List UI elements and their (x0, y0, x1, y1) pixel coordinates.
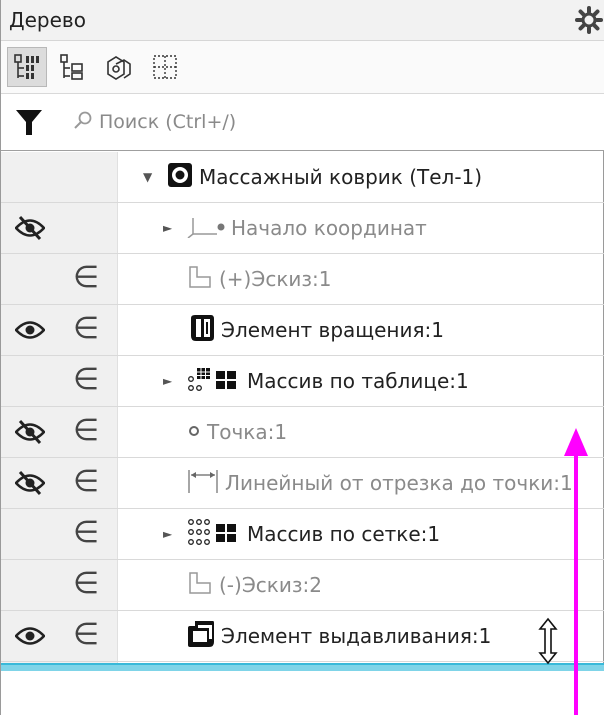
filter-bar (1, 94, 604, 151)
grid-array-icon (187, 518, 241, 550)
element-of-icon[interactable]: ∈ (73, 259, 99, 297)
tree-toolbar (1, 41, 604, 94)
element-of-icon[interactable]: ∈ (73, 514, 99, 552)
gear-icon[interactable] (575, 6, 603, 34)
tree-row[interactable]: ∈ Элемент выдавливания:1 (1, 611, 604, 662)
tree-row[interactable]: ∈ (+)Эскиз:1 (1, 254, 604, 305)
eye-hidden-icon[interactable] (14, 419, 46, 445)
tree-row-label: Массив по сетке:1 (247, 522, 441, 546)
extrude-icon (187, 620, 215, 652)
eye-hidden-icon[interactable] (14, 215, 46, 241)
expand-right-icon[interactable]: ► (163, 527, 177, 541)
tree-row-label: Элемент вращения:1 (221, 318, 444, 342)
search-box[interactable] (73, 110, 519, 134)
tree-row-label: (+)Эскиз:1 (219, 267, 332, 291)
eye-icon[interactable] (14, 319, 46, 345)
tree-row[interactable]: ∈ Элемент вращения:1 (1, 305, 604, 356)
tree-splitter[interactable] (1, 663, 604, 671)
lower-pane (1, 671, 604, 715)
tree-view: ▼ Массажный коврик (Тел-1) ► Начало координ… (1, 152, 604, 663)
body-icon (167, 162, 193, 192)
tree-row-label: Массив по таблице:1 (247, 369, 469, 393)
tree-parts-icon[interactable] (99, 47, 139, 87)
tree-row-label: (-)Эскиз:2 (219, 573, 322, 597)
tree-row[interactable]: ∈ ► Массив по таблице:1 (1, 356, 604, 407)
tree-selection-icon[interactable] (145, 47, 185, 87)
revolve-icon (187, 314, 215, 346)
panel-title: Дерево (9, 8, 86, 32)
sketch-icon (187, 570, 213, 600)
funnel-icon[interactable] (9, 102, 49, 142)
element-of-icon[interactable]: ∈ (73, 616, 99, 654)
tree-row[interactable]: ∈ ► Массив по сетке:1 (1, 509, 604, 560)
search-icon (73, 110, 93, 134)
eye-icon[interactable] (14, 625, 46, 651)
origin-icon (187, 214, 225, 242)
table-array-icon (187, 365, 241, 397)
dimension-icon (187, 468, 219, 498)
point-icon (187, 423, 201, 442)
annotation-arrow (561, 428, 591, 715)
panel-titlebar: Дерево (1, 0, 604, 41)
tree-row-label: Точка:1 (207, 420, 288, 444)
tree-row[interactable]: ▼ Массажный коврик (Тел-1) (1, 152, 604, 203)
tree-panel: Дерево Поиск (Ctrl+/) ▼ Массажный коврик… (0, 0, 604, 715)
tree-row-label: Элемент выдавливания:1 (221, 624, 492, 648)
tree-row-label: Линейный от отрезка до точки:1 (225, 471, 573, 495)
element-of-icon[interactable]: ∈ (73, 565, 99, 603)
element-of-icon[interactable]: ∈ (73, 310, 99, 348)
expand-right-icon[interactable]: ► (163, 374, 177, 388)
tree-row-label: Начало координат (231, 216, 427, 240)
tree-row-label: Массажный коврик (Тел-1) (199, 165, 483, 189)
eye-hidden-icon[interactable] (14, 470, 46, 496)
expand-right-icon[interactable]: ► (163, 221, 177, 235)
tree-row[interactable]: ∈ Линейный от отрезка до точки:1 (1, 458, 604, 509)
tree-operations-icon[interactable] (53, 47, 93, 87)
expand-down-icon[interactable]: ▼ (143, 170, 157, 184)
element-of-icon[interactable]: ∈ (73, 463, 99, 501)
tree-row[interactable]: ► Начало координат (1, 203, 604, 254)
search-input[interactable] (93, 111, 519, 133)
sketch-icon (187, 264, 213, 294)
element-of-icon[interactable]: ∈ (73, 412, 99, 450)
resize-cursor-icon (536, 617, 560, 665)
tree-structure-icon[interactable] (7, 47, 47, 87)
tree-row[interactable]: ∈ (-)Эскиз:2 (1, 560, 604, 611)
tree-row[interactable]: ∈ Точка:1 (1, 407, 604, 458)
element-of-icon[interactable]: ∈ (73, 361, 99, 399)
